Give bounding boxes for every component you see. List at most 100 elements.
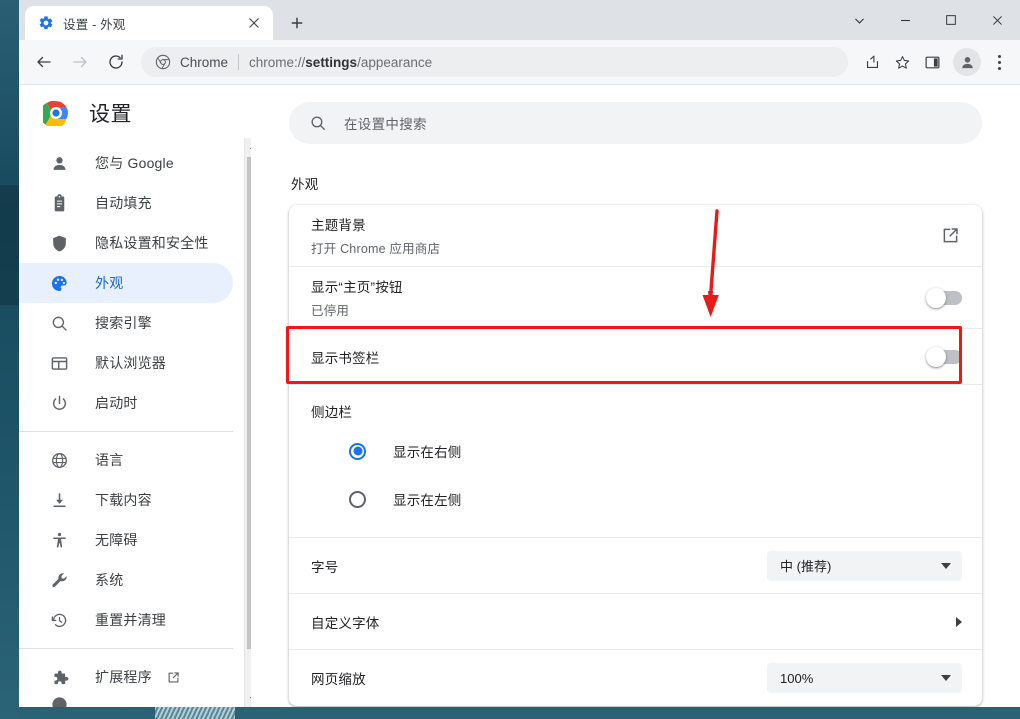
search-placeholder: 在设置中搜索 bbox=[344, 117, 427, 132]
tab-strip: 设置 - 外观 bbox=[19, 0, 1020, 40]
radio-label: 显示在右侧 bbox=[393, 445, 462, 460]
gear-icon bbox=[38, 15, 54, 31]
shield-icon bbox=[49, 233, 69, 253]
close-window-icon[interactable] bbox=[974, 0, 1020, 40]
radio-show-on-right[interactable]: 显示在右侧 bbox=[289, 427, 982, 475]
search-input[interactable]: 在设置中搜索 bbox=[289, 102, 982, 144]
tab-search-chevron-down-icon[interactable] bbox=[836, 0, 882, 40]
row-home-text: 显示“主页”按钮 已停用 bbox=[311, 276, 928, 319]
appearance-card: 主题背景 打开 Chrome 应用商店 显示“主页”按钮 已停用 显示书签栏 侧… bbox=[289, 205, 982, 706]
about-icon bbox=[49, 697, 69, 707]
sidebar-item-reset-cleanup[interactable]: 重置并清理 bbox=[19, 600, 233, 640]
search-icon bbox=[49, 313, 69, 333]
row-title: 主题背景 bbox=[311, 218, 366, 233]
row-customize-fonts[interactable]: 自定义字体 bbox=[289, 594, 982, 650]
sidebar-item-label: 外观 bbox=[95, 275, 124, 291]
person-icon bbox=[49, 153, 69, 173]
font-size-select[interactable]: 中 (推荐) bbox=[767, 550, 962, 581]
sidebar-divider bbox=[19, 431, 233, 432]
sidebar-item-search-engine[interactable]: 搜索引擎 bbox=[19, 303, 233, 343]
sidebar-item-system[interactable]: 系统 bbox=[19, 560, 233, 600]
address-bar[interactable]: Chrome chrome://settings/appearance bbox=[141, 47, 848, 77]
share-icon[interactable] bbox=[858, 47, 886, 77]
sidebar-item-languages[interactable]: 语言 bbox=[19, 440, 233, 480]
sidebar-item-label: 搜索引擎 bbox=[95, 315, 152, 331]
sidebar-item-on-startup[interactable]: 启动时 bbox=[19, 383, 233, 423]
close-icon[interactable] bbox=[244, 13, 264, 33]
maximize-icon[interactable] bbox=[928, 0, 974, 40]
row-show-home-button[interactable]: 显示“主页”按钮 已停用 bbox=[289, 267, 982, 329]
row-show-bookmarks-bar[interactable]: 显示书签栏 bbox=[289, 329, 982, 385]
download-icon bbox=[49, 490, 69, 510]
forward-button[interactable] bbox=[63, 45, 97, 79]
sidebar-nav: 您与 Google 自动填充 隐私设置和安全性 外观 搜索引擎 默认浏览器 启动… bbox=[19, 141, 251, 707]
menu-dot bbox=[997, 66, 1001, 70]
row-subtitle: 已停用 bbox=[311, 304, 350, 318]
sidebar-item-label: 隐私设置和安全性 bbox=[95, 235, 209, 251]
chevron-right-icon bbox=[956, 616, 962, 627]
sidebar-item-partial-below[interactable] bbox=[19, 697, 233, 707]
browser-tab[interactable]: 设置 - 外观 bbox=[25, 6, 273, 40]
home-button-toggle[interactable] bbox=[926, 287, 962, 308]
sidebar-item-downloads[interactable]: 下载内容 bbox=[19, 480, 233, 520]
row-page-zoom[interactable]: 网页缩放 100% bbox=[289, 650, 982, 706]
toggle-knob bbox=[926, 346, 946, 367]
sidebar-divider bbox=[19, 648, 233, 649]
omnibox-separator bbox=[238, 54, 240, 70]
new-tab-button[interactable] bbox=[283, 9, 311, 37]
tab-title: 设置 - 外观 bbox=[63, 17, 126, 32]
search-icon bbox=[309, 114, 327, 132]
bookmark-star-icon[interactable] bbox=[888, 47, 916, 77]
clipboard-icon bbox=[49, 193, 69, 213]
three-dot-menu[interactable] bbox=[986, 54, 1012, 70]
minimize-icon[interactable] bbox=[882, 0, 928, 40]
side-panel-group: 侧边栏 显示在右侧 显示在左侧 bbox=[289, 385, 982, 538]
history-restore-icon bbox=[49, 610, 69, 630]
open-in-new-icon[interactable] bbox=[166, 670, 181, 685]
sidebar-item-label: 扩展程序 bbox=[95, 669, 152, 685]
sidebar-item-autofill[interactable]: 自动填充 bbox=[19, 183, 233, 223]
row-font-size-text: 字号 bbox=[311, 556, 767, 576]
side-panel-icon[interactable] bbox=[918, 47, 946, 77]
open-in-new-icon[interactable] bbox=[940, 225, 962, 247]
chrome-icon bbox=[155, 54, 171, 70]
settings-sidebar: 设置 您与 Google 自动填充 隐私设置和安全性 外观 搜索引擎 默认浏览器… bbox=[19, 85, 261, 707]
sidebar-item-appearance[interactable]: 外观 bbox=[19, 263, 233, 303]
back-button[interactable] bbox=[27, 45, 61, 79]
sidebar-item-label: 您与 Google bbox=[95, 155, 174, 171]
sidebar-item-label: 下载内容 bbox=[95, 492, 152, 508]
sidebar-item-privacy-security[interactable]: 隐私设置和安全性 bbox=[19, 223, 233, 263]
sidebar-item-extensions[interactable]: 扩展程序 bbox=[19, 657, 233, 697]
row-customize-fonts-text: 自定义字体 bbox=[311, 612, 956, 632]
page-zoom-select[interactable]: 100% bbox=[767, 663, 962, 693]
sidebar-item-label: 无障碍 bbox=[95, 532, 138, 548]
window-controls bbox=[836, 0, 1020, 40]
row-title: 显示书签栏 bbox=[311, 350, 380, 366]
browser-toolbar: Chrome chrome://settings/appearance bbox=[19, 40, 1020, 85]
desktop-background bbox=[0, 0, 19, 719]
row-title: 自定义字体 bbox=[311, 615, 380, 631]
bookmarks-bar-toggle[interactable] bbox=[926, 346, 962, 367]
row-title: 字号 bbox=[311, 559, 339, 575]
menu-dot bbox=[997, 60, 1001, 64]
reload-button[interactable] bbox=[99, 45, 133, 79]
sidebar-item-you-and-google[interactable]: 您与 Google bbox=[19, 143, 233, 183]
sidebar-item-label: 语言 bbox=[95, 452, 124, 468]
wrench-icon bbox=[49, 570, 69, 590]
font-size-value: 中 (推荐) bbox=[780, 559, 832, 574]
radio-unselected-icon bbox=[349, 490, 366, 508]
row-theme[interactable]: 主题背景 打开 Chrome 应用商店 bbox=[289, 205, 982, 267]
sidebar-item-accessibility[interactable]: 无障碍 bbox=[19, 520, 233, 560]
profile-avatar[interactable] bbox=[953, 48, 981, 76]
radio-show-on-left[interactable]: 显示在左侧 bbox=[289, 475, 982, 523]
browser-window-icon bbox=[49, 353, 69, 373]
sidebar-item-label: 默认浏览器 bbox=[95, 355, 166, 371]
group-label: 侧边栏 bbox=[311, 405, 353, 420]
power-icon bbox=[49, 393, 69, 413]
row-font-size[interactable]: 字号 中 (推荐) bbox=[289, 538, 982, 594]
palette-icon bbox=[49, 273, 69, 293]
accessibility-icon bbox=[49, 530, 69, 550]
settings-brand: 设置 bbox=[19, 85, 251, 141]
sidebar-item-default-browser[interactable]: 默认浏览器 bbox=[19, 343, 233, 383]
search-container: 在设置中搜索 bbox=[289, 85, 1020, 144]
